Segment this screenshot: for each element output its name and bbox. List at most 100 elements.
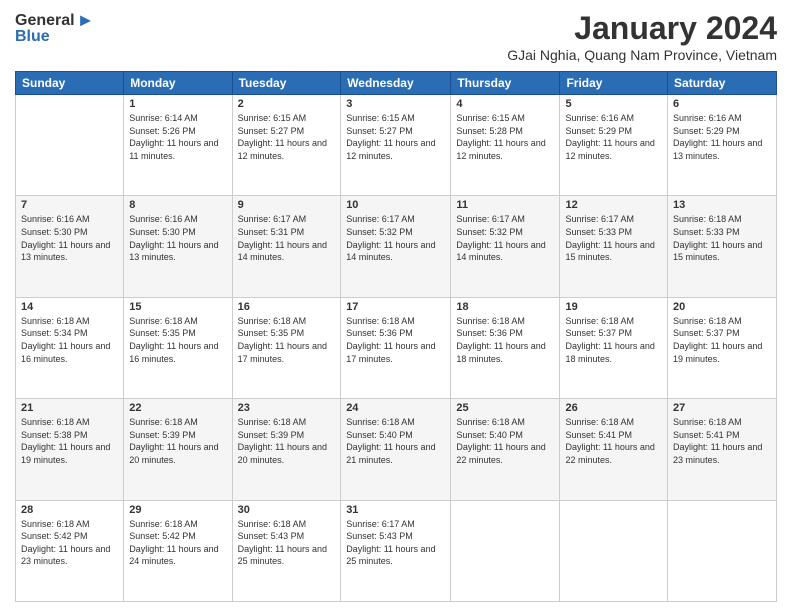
calendar-cell: 22Sunrise: 6:18 AMSunset: 5:39 PMDayligh… xyxy=(124,399,232,500)
day-info: Sunrise: 6:18 AMSunset: 5:41 PMDaylight:… xyxy=(673,416,771,466)
day-number: 27 xyxy=(673,402,771,414)
day-info: Sunrise: 6:18 AMSunset: 5:33 PMDaylight:… xyxy=(673,213,771,263)
calendar-cell: 26 Sunrise: 6:18 AMSunset: 5:41 PMDayligh… xyxy=(560,399,668,500)
day-number: 1 xyxy=(129,98,226,110)
day-number: 15 xyxy=(129,301,226,313)
location-title: GJai Nghia, Quang Nam Province, Vietnam xyxy=(507,47,777,63)
day-info: Sunrise: 6:18 AMSunset: 5:39 PMDaylight:… xyxy=(238,416,336,466)
calendar-cell: 4Sunrise: 6:15 AMSunset: 5:28 PMDaylight… xyxy=(451,95,560,196)
calendar-cell: 21 Sunrise: 6:18 AMSunset: 5:38 PMDayligh… xyxy=(16,399,124,500)
day-number: 13 xyxy=(673,199,771,211)
logo-general: General xyxy=(15,12,75,30)
weekday-header-row: Sunday Monday Tuesday Wednesday Thursday… xyxy=(16,72,777,95)
calendar-cell: 16Sunrise: 6:18 AMSunset: 5:35 PMDayligh… xyxy=(232,297,341,398)
calendar-week-row: 1Sunrise: 6:14 AMSunset: 5:26 PMDaylight… xyxy=(16,95,777,196)
calendar-cell: 24Sunrise: 6:18 AMSunset: 5:40 PMDayligh… xyxy=(341,399,451,500)
calendar-page: General ► Blue January 2024 GJai Nghia, … xyxy=(0,0,792,612)
day-number: 10 xyxy=(346,199,445,211)
calendar-cell: 2 Sunrise: 6:15 AMSunset: 5:27 PMDaylight… xyxy=(232,95,341,196)
calendar-cell: 25 Sunrise: 6:18 AMSunset: 5:40 PMDayligh… xyxy=(451,399,560,500)
calendar-cell: 28Sunrise: 6:18 AMSunset: 5:42 PMDayligh… xyxy=(16,500,124,601)
day-info: Sunrise: 6:17 AMSunset: 5:32 PMDaylight:… xyxy=(456,213,554,263)
header: General ► Blue January 2024 GJai Nghia, … xyxy=(15,10,777,63)
day-number: 2 xyxy=(238,98,336,110)
logo-arrow: ► xyxy=(77,10,95,31)
day-info: Sunrise: 6:16 AMSunset: 5:29 PMDaylight:… xyxy=(565,112,662,162)
day-number: 11 xyxy=(456,199,554,211)
calendar-week-row: 28Sunrise: 6:18 AMSunset: 5:42 PMDayligh… xyxy=(16,500,777,601)
calendar-cell: 15 Sunrise: 6:18 AMSunset: 5:35 PMDayligh… xyxy=(124,297,232,398)
day-number: 3 xyxy=(346,98,445,110)
day-number: 31 xyxy=(346,504,445,516)
calendar-cell: 23 Sunrise: 6:18 AMSunset: 5:39 PMDayligh… xyxy=(232,399,341,500)
day-number: 12 xyxy=(565,199,662,211)
calendar-cell: 11 Sunrise: 6:17 AMSunset: 5:32 PMDayligh… xyxy=(451,196,560,297)
day-info: Sunrise: 6:17 AMSunset: 5:33 PMDaylight:… xyxy=(565,213,662,263)
calendar-week-row: 21 Sunrise: 6:18 AMSunset: 5:38 PMDayligh… xyxy=(16,399,777,500)
day-number: 20 xyxy=(673,301,771,313)
logo: General ► Blue xyxy=(15,10,94,46)
day-info: Sunrise: 6:16 AMSunset: 5:29 PMDaylight:… xyxy=(673,112,771,162)
calendar-week-row: 14Sunrise: 6:18 AMSunset: 5:34 PMDayligh… xyxy=(16,297,777,398)
day-info: Sunrise: 6:18 AMSunset: 5:40 PMDaylight:… xyxy=(456,416,554,466)
day-number: 22 xyxy=(129,402,226,414)
header-thursday: Thursday xyxy=(451,72,560,95)
calendar-cell: 13 Sunrise: 6:18 AMSunset: 5:33 PMDayligh… xyxy=(668,196,777,297)
day-info: Sunrise: 6:18 AMSunset: 5:40 PMDaylight:… xyxy=(346,416,445,466)
day-info: Sunrise: 6:18 AMSunset: 5:34 PMDaylight:… xyxy=(21,315,118,365)
calendar-cell: 10 Sunrise: 6:17 AMSunset: 5:32 PMDayligh… xyxy=(341,196,451,297)
day-info: Sunrise: 6:18 AMSunset: 5:38 PMDaylight:… xyxy=(21,416,118,466)
day-info: Sunrise: 6:18 AMSunset: 5:36 PMDaylight:… xyxy=(456,315,554,365)
calendar-cell: 27 Sunrise: 6:18 AMSunset: 5:41 PMDayligh… xyxy=(668,399,777,500)
calendar-cell: 5 Sunrise: 6:16 AMSunset: 5:29 PMDaylight… xyxy=(560,95,668,196)
day-info: Sunrise: 6:15 AMSunset: 5:27 PMDaylight:… xyxy=(346,112,445,162)
day-info: Sunrise: 6:17 AMSunset: 5:43 PMDaylight:… xyxy=(346,518,445,568)
day-info: Sunrise: 6:18 AMSunset: 5:37 PMDaylight:… xyxy=(565,315,662,365)
calendar-cell: 9 Sunrise: 6:17 AMSunset: 5:31 PMDaylight… xyxy=(232,196,341,297)
header-saturday: Saturday xyxy=(668,72,777,95)
day-info: Sunrise: 6:18 AMSunset: 5:35 PMDaylight:… xyxy=(129,315,226,365)
header-tuesday: Tuesday xyxy=(232,72,341,95)
day-number: 26 xyxy=(565,402,662,414)
day-number: 7 xyxy=(21,199,118,211)
calendar-cell: 7 Sunrise: 6:16 AMSunset: 5:30 PMDaylight… xyxy=(16,196,124,297)
day-number: 6 xyxy=(673,98,771,110)
day-info: Sunrise: 6:18 AMSunset: 5:35 PMDaylight:… xyxy=(238,315,336,365)
day-info: Sunrise: 6:18 AMSunset: 5:43 PMDaylight:… xyxy=(238,518,336,568)
day-number: 21 xyxy=(21,402,118,414)
calendar-cell xyxy=(451,500,560,601)
day-number: 9 xyxy=(238,199,336,211)
calendar-cell: 29Sunrise: 6:18 AMSunset: 5:42 PMDayligh… xyxy=(124,500,232,601)
day-number: 25 xyxy=(456,402,554,414)
logo-blue: Blue xyxy=(15,28,50,46)
calendar-cell: 30Sunrise: 6:18 AMSunset: 5:43 PMDayligh… xyxy=(232,500,341,601)
day-number: 8 xyxy=(129,199,226,211)
calendar-cell xyxy=(16,95,124,196)
day-info: Sunrise: 6:15 AMSunset: 5:27 PMDaylight:… xyxy=(238,112,336,162)
calendar-cell: 31 Sunrise: 6:17 AMSunset: 5:43 PMDayligh… xyxy=(341,500,451,601)
title-block: January 2024 GJai Nghia, Quang Nam Provi… xyxy=(507,10,777,63)
day-info: Sunrise: 6:16 AMSunset: 5:30 PMDaylight:… xyxy=(21,213,118,263)
month-title: January 2024 xyxy=(507,10,777,47)
day-info: Sunrise: 6:18 AMSunset: 5:37 PMDaylight:… xyxy=(673,315,771,365)
day-info: Sunrise: 6:16 AMSunset: 5:30 PMDaylight:… xyxy=(129,213,226,263)
header-wednesday: Wednesday xyxy=(341,72,451,95)
day-number: 23 xyxy=(238,402,336,414)
day-number: 5 xyxy=(565,98,662,110)
day-info: Sunrise: 6:17 AMSunset: 5:31 PMDaylight:… xyxy=(238,213,336,263)
day-info: Sunrise: 6:18 AMSunset: 5:41 PMDaylight:… xyxy=(565,416,662,466)
calendar-cell: 17Sunrise: 6:18 AMSunset: 5:36 PMDayligh… xyxy=(341,297,451,398)
calendar-cell: 6 Sunrise: 6:16 AMSunset: 5:29 PMDaylight… xyxy=(668,95,777,196)
day-number: 29 xyxy=(129,504,226,516)
day-number: 28 xyxy=(21,504,118,516)
calendar-cell: 12 Sunrise: 6:17 AMSunset: 5:33 PMDayligh… xyxy=(560,196,668,297)
calendar-cell: 3 Sunrise: 6:15 AMSunset: 5:27 PMDaylight… xyxy=(341,95,451,196)
day-info: Sunrise: 6:17 AMSunset: 5:32 PMDaylight:… xyxy=(346,213,445,263)
calendar-cell: 20 Sunrise: 6:18 AMSunset: 5:37 PMDayligh… xyxy=(668,297,777,398)
calendar-cell: 18Sunrise: 6:18 AMSunset: 5:36 PMDayligh… xyxy=(451,297,560,398)
header-monday: Monday xyxy=(124,72,232,95)
calendar-cell: 14Sunrise: 6:18 AMSunset: 5:34 PMDayligh… xyxy=(16,297,124,398)
calendar-table: Sunday Monday Tuesday Wednesday Thursday… xyxy=(15,71,777,602)
calendar-cell: 19Sunrise: 6:18 AMSunset: 5:37 PMDayligh… xyxy=(560,297,668,398)
day-info: Sunrise: 6:15 AMSunset: 5:28 PMDaylight:… xyxy=(456,112,554,162)
